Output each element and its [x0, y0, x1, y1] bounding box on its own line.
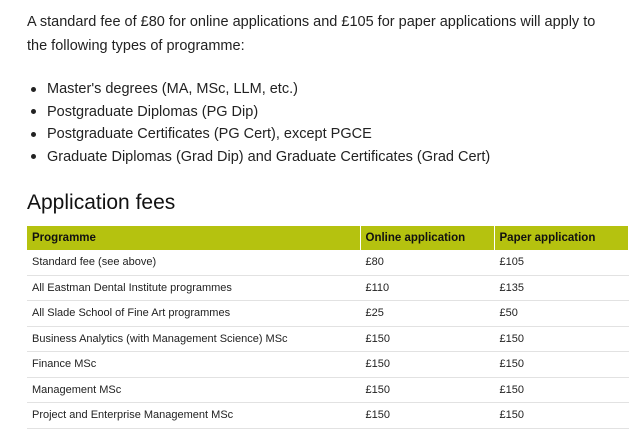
cell-programme: All Slade School of Fine Art programmes	[27, 300, 361, 327]
bullet-icon	[31, 109, 36, 115]
list-item-label: Postgraduate Diplomas (PG Dip)	[47, 103, 259, 120]
cell-online-fee: £150	[360, 326, 495, 352]
cell-programme: Finance MSc	[27, 351, 361, 378]
cell-paper-fee: £150	[494, 326, 629, 352]
list-item: Postgraduate Diplomas (PG Dip)	[31, 101, 628, 124]
page: A standard fee of £80 for online applica…	[0, 0, 640, 445]
cell-paper-fee: £150	[494, 351, 629, 378]
list-item: Master's degrees (MA, MSc, LLM, etc.)	[31, 78, 628, 101]
cell-programme: Business Analytics (with Management Scie…	[27, 326, 361, 352]
cell-online-fee: £150	[360, 351, 495, 378]
bullet-icon	[31, 86, 36, 92]
column-header-paper: Paper application	[494, 226, 628, 250]
list-item-label: Graduate Diplomas (Grad Dip) and Graduat…	[47, 148, 491, 165]
cell-paper-fee: £105	[494, 250, 629, 276]
intro-paragraph: A standard fee of £80 for online applica…	[27, 14, 596, 54]
table-row: Business Analytics (with Management Scie…	[27, 326, 629, 352]
list-item-label: Postgraduate Certificates (PG Cert), exc…	[47, 126, 372, 142]
cell-paper-fee: £150	[494, 377, 629, 403]
cell-programme: All Eastman Dental Institute programmes	[27, 275, 361, 301]
column-header-programme: Programme	[27, 226, 361, 250]
cell-programme: Standard fee (see above)	[27, 250, 361, 276]
table-row: Finance MSc £150 £150	[27, 351, 629, 378]
programme-types-list: Master's degrees (MA, MSc, LLM, etc.) Po…	[27, 78, 628, 168]
table-header-row: Programme Online application Paper appli…	[27, 226, 628, 250]
cell-programme: Management MSc	[27, 377, 361, 403]
list-item: Postgraduate Certificates (PG Cert), exc…	[31, 123, 628, 146]
table-row: All Eastman Dental Institute programmes …	[27, 275, 629, 301]
section-title: Application fees	[27, 191, 176, 214]
cell-online-fee: £80	[360, 250, 495, 276]
column-header-online: Online application	[360, 226, 495, 250]
cell-online-fee: £150	[360, 402, 495, 429]
cell-programme: Project and Enterprise Management MSc	[27, 402, 361, 429]
table-row: Standard fee (see above) £80 £105	[27, 250, 629, 276]
table-row: All Slade School of Fine Art programmes …	[27, 300, 629, 327]
cell-paper-fee: £150	[494, 402, 629, 429]
list-item: Graduate Diplomas (Grad Dip) and Graduat…	[31, 146, 628, 169]
cell-online-fee: £25	[360, 300, 495, 327]
list-item-label: Master's degrees (MA, MSc, LLM, etc.)	[47, 81, 298, 97]
bullet-icon	[31, 154, 36, 160]
cell-paper-fee: £50	[494, 300, 629, 327]
cell-online-fee: £150	[360, 377, 495, 403]
table-row: Management MSc £150 £150	[27, 377, 629, 403]
cell-paper-fee: £135	[494, 275, 629, 301]
table-row: Project and Enterprise Management MSc £1…	[27, 402, 629, 429]
fees-table: Programme Online application Paper appli…	[27, 226, 629, 429]
bullet-icon	[31, 131, 36, 137]
cell-online-fee: £110	[360, 275, 495, 301]
